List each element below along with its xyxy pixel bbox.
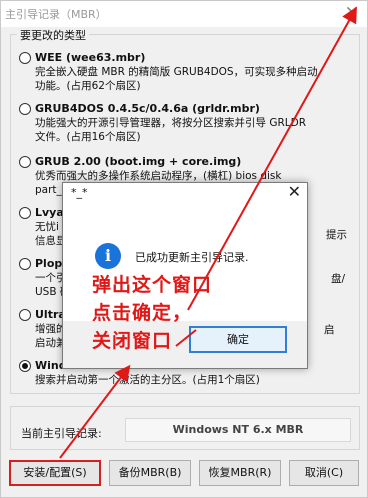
window-title: 主引导记录（MBR） xyxy=(5,8,107,21)
option-desc-tail: 提示 xyxy=(326,229,347,241)
option-desc: 完全嵌入硬盘 MBR 的精简版 GRUB4DOS，可实现多种启动 xyxy=(35,66,318,78)
option-grub4dos[interactable]: GRUB4DOS 0.4.5c/0.4.6a (grldr.mbr) 功能强大的… xyxy=(19,101,354,144)
option-title: GRUB4DOS 0.4.5c/0.4.6a (grldr.mbr) xyxy=(35,102,260,115)
radio-icon[interactable] xyxy=(19,102,31,115)
dialog-close-icon[interactable]: ✕ xyxy=(288,183,301,201)
title-bar: 主引导记录（MBR） ✕ xyxy=(1,1,367,27)
option-desc: 功能。(占用62个扇区) xyxy=(35,80,141,92)
radio-icon[interactable] xyxy=(19,155,31,168)
backup-button[interactable]: 备份MBR(B) xyxy=(109,460,191,486)
option-desc: 文件。(占用16个扇区) xyxy=(35,131,141,143)
option-title: GRUB 2.00 (boot.img + core.img) xyxy=(35,155,242,168)
radio-icon[interactable] xyxy=(19,257,31,270)
option-desc-tail: 盘/ xyxy=(331,273,346,285)
cancel-button[interactable]: 取消(C) xyxy=(289,460,359,486)
close-icon[interactable]: ✕ xyxy=(345,3,359,23)
option-title: WEE (wee63.mbr) xyxy=(35,51,146,64)
annotation-line: 关闭窗口 xyxy=(92,330,173,352)
radio-checked-icon[interactable] xyxy=(19,359,31,372)
option-desc-tail: 启 xyxy=(324,324,335,336)
info-icon: i xyxy=(95,243,121,269)
annotation-line: 点击确定， xyxy=(92,302,193,324)
current-mbr-label: 当前主引导记录: xyxy=(21,427,102,440)
option-title: Plop xyxy=(35,257,63,270)
annotation-line: 弹出这个窗口 xyxy=(92,274,213,296)
option-desc: 优秀而强大的多操作系统启动程序，(横杠) bios disk xyxy=(35,170,282,182)
option-desc: 搜索并启动第一个激活的主分区。(占用1个扇区) xyxy=(35,374,260,386)
radio-icon[interactable] xyxy=(19,51,31,64)
install-button[interactable]: 安装/配置(S) xyxy=(9,460,101,486)
dialog-message: 已成功更新主引导记录. xyxy=(135,251,249,264)
dialog-title: *_* xyxy=(71,186,88,199)
current-mbr-value: Windows NT 6.x MBR xyxy=(125,418,351,442)
current-mbr-group: 当前主引导记录: Windows NT 6.x MBR xyxy=(10,406,360,450)
option-desc: 功能强大的开源引导管理器，将按分区搜索并引导 GRLDR xyxy=(35,117,306,129)
restore-button[interactable]: 恢复MBR(R) xyxy=(199,460,281,486)
radio-icon[interactable] xyxy=(19,206,31,219)
red-annotation: 弹出这个窗口 点击确定， 关闭窗口 xyxy=(92,271,212,355)
option-wee[interactable]: WEE (wee63.mbr) 完全嵌入硬盘 MBR 的精简版 GRUB4DOS… xyxy=(19,50,354,93)
radio-icon[interactable] xyxy=(19,308,31,321)
group-legend: 要更改的类型 xyxy=(17,27,89,43)
